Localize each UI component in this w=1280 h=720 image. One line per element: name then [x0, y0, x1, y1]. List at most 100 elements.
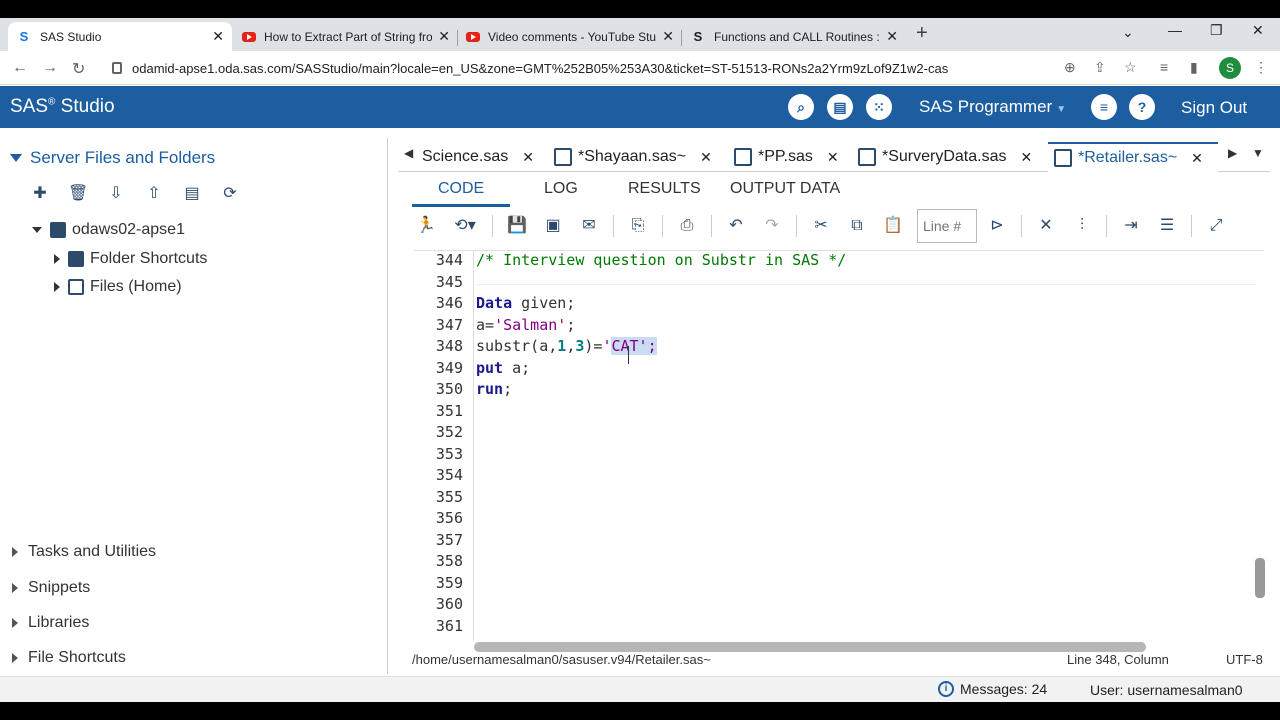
- messages-indicator[interactable]: i Messages: 24: [938, 681, 1047, 697]
- tab-search-icon[interactable]: ⌄: [1122, 24, 1134, 41]
- file-tab-retailer[interactable]: *Retailer.sas~ ✕: [1048, 142, 1218, 172]
- zoom-icon[interactable]: ⊕: [1064, 59, 1076, 76]
- print-icon[interactable]: ▤: [827, 94, 853, 120]
- close-icon[interactable]: ✕: [438, 28, 450, 45]
- sign-out-link[interactable]: Sign Out: [1181, 98, 1247, 118]
- editor-pane: ◀ Science.sas ✕ *Shayaan.sas~ ✕ *PP.sas …: [398, 138, 1270, 674]
- horizontal-scrollbar[interactable]: [474, 642, 1146, 652]
- close-icon[interactable]: ✕: [1191, 150, 1203, 167]
- browser-tab-extract-string[interactable]: How to Extract Part of String from ✕: [234, 22, 458, 51]
- minimize-icon[interactable]: —: [1168, 22, 1182, 38]
- bookmark-star-icon[interactable]: ☆: [1124, 59, 1137, 76]
- download-icon[interactable]: ⇩: [106, 184, 126, 204]
- email-icon[interactable]: ✉: [577, 214, 601, 238]
- cut-icon[interactable]: ✂: [809, 214, 833, 238]
- close-icon[interactable]: ✕: [662, 28, 674, 45]
- file-tab-science[interactable]: Science.sas ✕: [416, 142, 540, 172]
- file-tab-shayaan[interactable]: *Shayaan.sas~ ✕: [548, 142, 718, 172]
- tab-results[interactable]: RESULTS: [628, 180, 701, 198]
- browser-menu-icon[interactable]: ⋮: [1254, 59, 1268, 76]
- tree-item-files-home[interactable]: Files (Home): [54, 278, 182, 296]
- options-icon[interactable]: ☰: [1155, 214, 1179, 238]
- browser-tab-functions[interactable]: S Functions and CALL Routines : SA ✕: [682, 22, 906, 51]
- forward-icon[interactable]: →: [42, 59, 58, 77]
- app-title-studio: Studio: [55, 96, 115, 117]
- close-icon[interactable]: ✕: [212, 28, 224, 45]
- toolbar-separator: [1191, 215, 1192, 237]
- new-item-icon[interactable]: ✚: [30, 184, 50, 204]
- paste-icon[interactable]: 📋: [881, 214, 905, 238]
- section-snippets[interactable]: Snippets: [12, 579, 90, 597]
- code-text: a=: [476, 315, 495, 334]
- print-icon[interactable]: ⎙: [675, 214, 699, 238]
- search-icon[interactable]: ⌕: [788, 94, 814, 120]
- tree-item-server[interactable]: odaws02-apse1: [32, 221, 185, 239]
- profile-avatar[interactable]: S: [1219, 57, 1241, 79]
- delete-icon[interactable]: 🗑: [68, 184, 88, 204]
- perspective-menu[interactable]: SAS Programmer ▼: [919, 97, 1066, 117]
- expand-icon: [54, 282, 60, 292]
- url-field[interactable]: odamid-apse1.oda.sas.com/SASStudio/main?…: [104, 55, 1054, 81]
- code-line-data: Data given;: [476, 294, 575, 312]
- scroll-left-icon[interactable]: ◀: [404, 146, 413, 160]
- new-tab-button[interactable]: +: [916, 22, 928, 45]
- tab-list-icon[interactable]: ▼: [1252, 146, 1264, 160]
- status-bar: i Messages: 24 User: usernamesalman0: [0, 676, 1280, 702]
- line-number: 347: [435, 315, 463, 334]
- close-icon[interactable]: ✕: [700, 149, 712, 166]
- section-libraries[interactable]: Libraries: [12, 614, 89, 632]
- file-tab-pp[interactable]: *PP.sas ✕: [728, 142, 845, 172]
- apps-grid-icon[interactable]: ⁙: [866, 94, 892, 120]
- editor-subtabs: CODE LOG RESULTS OUTPUT DATA: [398, 174, 1270, 206]
- undo-icon[interactable]: ↶: [724, 214, 748, 238]
- tree-item-folder-shortcuts[interactable]: Folder Shortcuts: [54, 250, 207, 268]
- section-tasks-utilities[interactable]: Tasks and Utilities: [12, 543, 156, 561]
- reload-icon[interactable]: ↻: [72, 59, 85, 79]
- file-tab-label: *Retailer.sas~: [1078, 149, 1178, 166]
- clear-icon[interactable]: ✕: [1034, 214, 1058, 238]
- window-close-icon[interactable]: ✕: [1252, 22, 1264, 39]
- code-editor[interactable]: 344 345 346 347 348 349 350 351 352 353 …: [414, 250, 1264, 640]
- redo-icon[interactable]: ↷: [760, 214, 784, 238]
- line-number-input[interactable]: [917, 209, 977, 243]
- save-icon[interactable]: 💾: [505, 214, 529, 238]
- submit-line-icon[interactable]: ⇥: [1119, 214, 1143, 238]
- messages-count: Messages: 24: [960, 681, 1048, 697]
- server-files-header[interactable]: Server Files and Folders: [10, 148, 215, 168]
- section-file-shortcuts[interactable]: File Shortcuts: [12, 649, 126, 667]
- refresh-icon[interactable]: ⟳: [220, 184, 240, 204]
- file-toolbar: ✚ 🗑 ⇩ ⇧ ▤ ⟳: [30, 184, 240, 204]
- help-icon[interactable]: ?: [1129, 94, 1155, 120]
- file-tab-survey-data[interactable]: *SurveryData.sas ✕: [852, 142, 1038, 172]
- restore-icon[interactable]: ❐: [1210, 22, 1223, 39]
- side-panel-icon[interactable]: ▮: [1190, 59, 1198, 76]
- copy-icon[interactable]: ⧉: [845, 214, 869, 238]
- history-icon[interactable]: ⟲▾: [450, 214, 480, 238]
- go-to-line-icon[interactable]: ⊳: [985, 214, 1009, 238]
- tab-output-data[interactable]: OUTPUT DATA: [730, 180, 840, 198]
- scroll-right-icon[interactable]: ▶: [1228, 146, 1237, 160]
- maximize-icon[interactable]: ⤢: [1204, 214, 1228, 238]
- share-icon[interactable]: ⇪: [1094, 59, 1106, 76]
- active-tab-underline: [412, 204, 510, 207]
- browser-tab-sas-studio[interactable]: S SAS Studio ✕: [8, 22, 232, 51]
- tab-code[interactable]: CODE: [438, 180, 484, 198]
- reading-list-icon[interactable]: ≡: [1160, 59, 1168, 75]
- close-icon[interactable]: ✕: [886, 28, 898, 45]
- browser-tab-video-comments[interactable]: Video comments - YouTube Stud ✕: [458, 22, 682, 51]
- tab-log[interactable]: LOG: [544, 180, 578, 198]
- close-icon[interactable]: ✕: [1021, 149, 1033, 166]
- format-code-icon[interactable]: ⫶: [1070, 214, 1094, 238]
- export-icon[interactable]: ⎘: [626, 214, 650, 238]
- close-icon[interactable]: ✕: [827, 149, 839, 166]
- back-icon[interactable]: ←: [12, 59, 28, 77]
- run-icon[interactable]: 🏃: [414, 214, 438, 238]
- editor-status-line: /home/usernamesalman0/sasuser.v94/Retail…: [412, 652, 1264, 672]
- close-icon[interactable]: ✕: [522, 149, 534, 166]
- upload-icon[interactable]: ⇧: [144, 184, 164, 204]
- program-file-icon: [1054, 149, 1072, 167]
- save-as-icon[interactable]: ▣: [541, 214, 565, 238]
- vertical-scrollbar[interactable]: [1255, 558, 1265, 598]
- properties-icon[interactable]: ▤: [182, 184, 202, 204]
- menu-list-icon[interactable]: ≡: [1091, 94, 1117, 120]
